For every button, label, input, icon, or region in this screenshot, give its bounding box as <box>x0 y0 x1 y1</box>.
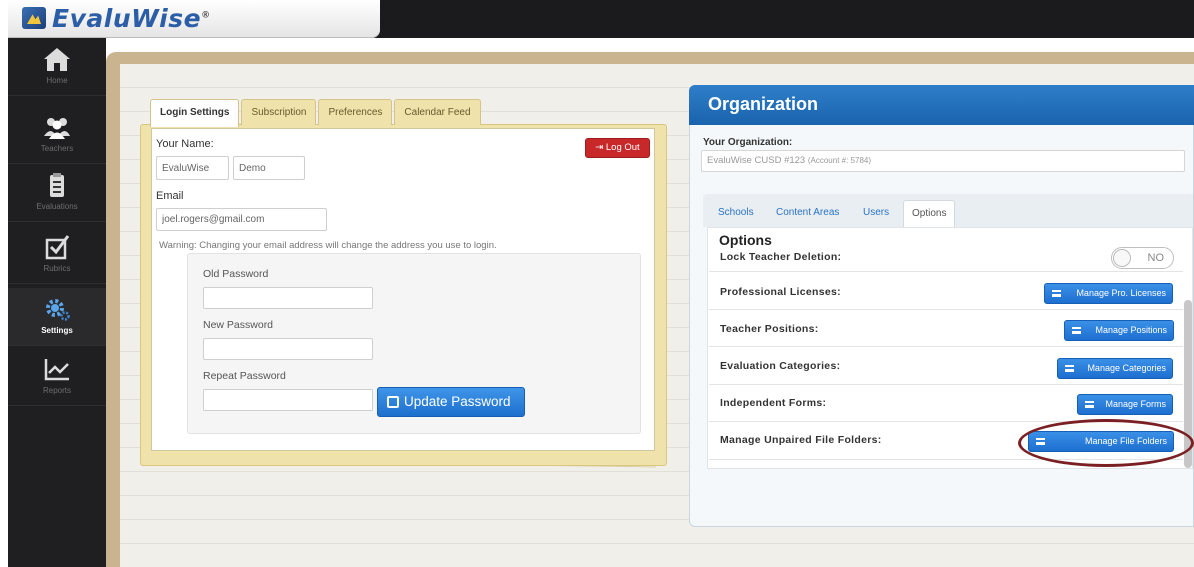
organization-name-field[interactable]: EvaluWise CUSD #123 (Account #: 5784) <box>701 150 1185 172</box>
email-input[interactable] <box>156 208 327 231</box>
professional-licenses-label: Professional Licenses: <box>720 286 841 298</box>
list-icon <box>1065 365 1074 372</box>
sign-out-icon: ⇥ <box>595 142 606 153</box>
sidebar-item-teachers[interactable]: Teachers <box>8 106 106 164</box>
tab-options[interactable]: Options <box>903 200 956 228</box>
repeat-password-input[interactable] <box>203 389 373 411</box>
manage-unpaired-file-folders-label: Manage Unpaired File Folders: <box>720 434 882 446</box>
manage-pro-licenses-button[interactable]: Manage Pro. Licenses <box>1044 283 1173 304</box>
clipboard-icon <box>50 173 64 197</box>
teachers-icon <box>44 118 70 139</box>
old-password-label: Old Password <box>203 268 269 280</box>
tab-users[interactable]: Users <box>863 200 889 226</box>
tab-schools[interactable]: Schools <box>718 200 754 226</box>
lock-teacher-deletion-toggle[interactable]: NO <box>1111 247 1174 269</box>
sidebar: Home Teachers Evaluations Rubrics Settin… <box>8 38 106 567</box>
organization-title: Organization <box>708 94 819 114</box>
last-name-input[interactable] <box>233 156 305 180</box>
your-organization-label: Your Organization: <box>703 137 793 148</box>
list-icon <box>1052 290 1061 297</box>
tab-preferences[interactable]: Preferences <box>318 99 393 125</box>
manage-positions-button[interactable]: Manage Positions <box>1064 320 1174 341</box>
sidebar-item-home[interactable]: Home <box>8 38 106 96</box>
toggle-knob <box>1113 249 1131 267</box>
update-password-button[interactable]: Update Password <box>377 387 525 417</box>
teacher-positions-label: Teacher Positions: <box>720 323 819 335</box>
chart-icon <box>44 359 69 381</box>
save-icon <box>387 396 399 408</box>
highlight-annotation-circle <box>1018 419 1194 467</box>
new-password-input[interactable] <box>203 338 373 360</box>
logo-image-icon <box>22 7 46 29</box>
manage-categories-button[interactable]: Manage Categories <box>1057 358 1173 379</box>
sidebar-item-settings[interactable]: Settings <box>8 288 106 346</box>
email-label: Email <box>156 190 184 202</box>
sidebar-item-rubrics[interactable]: Rubrics <box>8 226 106 284</box>
lock-teacher-deletion-label: Lock Teacher Deletion: <box>720 251 842 263</box>
sidebar-item-evaluations[interactable]: Evaluations <box>8 164 106 222</box>
new-password-label: New Password <box>203 319 274 331</box>
first-name-input[interactable] <box>156 156 229 180</box>
log-out-button[interactable]: ⇥ Log Out <box>585 138 650 158</box>
your-name-label: Your Name: <box>156 138 214 150</box>
repeat-password-label: Repeat Password <box>203 370 286 382</box>
manage-forms-button[interactable]: Manage Forms <box>1077 394 1173 415</box>
list-icon <box>1085 401 1094 408</box>
independent-forms-label: Independent Forms: <box>720 397 827 409</box>
tab-content-areas[interactable]: Content Areas <box>776 200 839 226</box>
evaluation-categories-label: Evaluation Categories: <box>720 360 841 372</box>
app-logo: EvaluWise® <box>52 4 211 33</box>
tab-calendar-feed[interactable]: Calendar Feed <box>394 99 481 125</box>
sidebar-item-reports[interactable]: Reports <box>8 348 106 406</box>
login-tabs: Login Settings Subscription Preferences … <box>150 99 483 127</box>
home-icon <box>44 48 70 71</box>
list-icon <box>1072 327 1081 334</box>
tab-subscription[interactable]: Subscription <box>241 99 317 125</box>
old-password-input[interactable] <box>203 287 373 309</box>
gear-icon <box>46 299 70 321</box>
email-warning-text: Warning: Changing your email address wil… <box>159 240 497 251</box>
tab-login-settings[interactable]: Login Settings <box>150 99 240 127</box>
checkbox-icon <box>45 235 70 260</box>
logo-tab[interactable]: EvaluWise® <box>8 0 380 38</box>
